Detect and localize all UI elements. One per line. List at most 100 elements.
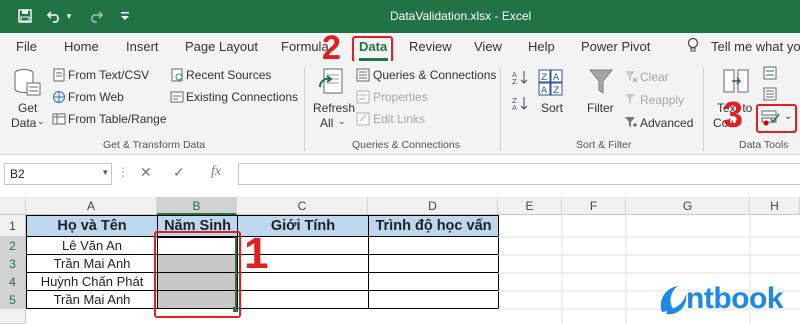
insert-function-icon[interactable]: fx <box>211 164 221 180</box>
cell-a1[interactable]: Họ và Tên <box>26 215 158 237</box>
group-divider <box>703 67 704 151</box>
clear-filter-icon <box>624 69 638 86</box>
tab-view[interactable]: View <box>474 39 502 54</box>
data-tab-highlight <box>352 36 393 63</box>
advanced-filter-icon <box>624 115 638 132</box>
cell-a4[interactable]: Huỳnh Chấn Phát <box>26 273 158 291</box>
sort-za-icon[interactable]: ZA <box>511 95 531 114</box>
refresh-all-label-2[interactable]: All <box>320 116 333 130</box>
column-header-h[interactable]: H <box>750 197 800 215</box>
row-header-3[interactable]: 3 <box>0 255 26 273</box>
tab-file[interactable]: File <box>16 39 37 54</box>
data-validation-highlight <box>756 104 797 133</box>
text-file-icon <box>52 68 66 85</box>
tab-review[interactable]: Review <box>409 39 452 54</box>
ntbook-logo: ntbook <box>656 276 800 324</box>
svg-text:Z: Z <box>553 86 559 96</box>
tell-me-search[interactable]: Tell me what yo <box>711 39 800 54</box>
title-bar: ▾ DataValidation.xlsx - Excel <box>0 0 800 33</box>
reapply-icon <box>624 92 638 109</box>
enter-icon[interactable]: ✓ <box>173 164 185 181</box>
tab-insert[interactable]: Insert <box>126 39 159 54</box>
cell-a5[interactable]: Trần Mai Anh <box>26 291 158 309</box>
from-table-range-button[interactable]: From Table/Range <box>68 112 167 126</box>
properties-button[interactable]: Properties <box>373 90 428 104</box>
tab-help[interactable]: Help <box>528 39 555 54</box>
row-header-4[interactable]: 4 <box>0 273 26 291</box>
svg-text:Z: Z <box>512 78 517 85</box>
sort-icon[interactable]: ZAAZ <box>538 69 564 100</box>
recent-sources-icon <box>170 68 184 85</box>
group-label-get-transform: Get & Transform Data <box>103 139 206 151</box>
properties-icon <box>356 90 370 107</box>
queries-connections-button[interactable]: Queries & Connections <box>373 68 496 82</box>
row-header-5[interactable]: 5 <box>0 291 26 309</box>
formula-bar: B2 ▾ ⋮ ✕ ✓ fx <box>0 155 800 193</box>
svg-text:A: A <box>512 104 517 111</box>
cell-d4[interactable] <box>368 273 499 291</box>
edit-links-button[interactable]: Edit Links <box>373 112 425 126</box>
table-icon <box>52 112 66 129</box>
chevron-down-icon[interactable]: ⌄ <box>37 116 45 127</box>
row-header-6[interactable] <box>0 309 26 324</box>
cell-c5[interactable] <box>237 291 369 309</box>
existing-connections-icon <box>170 90 184 107</box>
column-header-f[interactable]: F <box>562 197 626 215</box>
from-text-csv-button[interactable]: From Text/CSV <box>68 68 149 82</box>
group-divider <box>500 67 501 151</box>
name-box[interactable]: B2 <box>4 163 112 185</box>
column-header-d[interactable]: D <box>368 197 498 215</box>
window-title: DataValidation.xlsx - Excel <box>390 9 532 23</box>
cell-d5[interactable] <box>368 291 499 309</box>
sort-az-icon[interactable]: AZ <box>511 69 531 88</box>
get-data-icon[interactable] <box>13 67 41 100</box>
callout-3: 3 <box>723 94 744 135</box>
existing-connections-button[interactable]: Existing Connections <box>186 90 298 104</box>
svg-text:A: A <box>553 73 560 83</box>
cell-a3[interactable]: Trần Mai Anh <box>26 255 158 273</box>
formula-input[interactable] <box>238 163 800 185</box>
group-divider <box>304 67 305 151</box>
flash-fill-icon[interactable] <box>763 66 777 83</box>
column-header-a[interactable]: A <box>26 197 157 215</box>
queries-icon <box>356 68 370 85</box>
svg-text:A: A <box>541 86 548 96</box>
filter-button[interactable]: Filter <box>587 101 614 115</box>
recent-sources-button[interactable]: Recent Sources <box>186 68 271 82</box>
ribbon: Get Data ⌄ From Text/CSV From Web From T… <box>0 61 800 155</box>
cancel-icon[interactable]: ✕ <box>140 164 152 181</box>
svg-text:Z: Z <box>541 73 547 83</box>
select-all-corner[interactable] <box>0 197 26 215</box>
callout-2: 2 <box>322 29 341 67</box>
cell-d2[interactable] <box>368 237 499 255</box>
column-header-b[interactable]: B <box>157 197 237 215</box>
get-data-label-2[interactable]: Data <box>11 116 36 130</box>
row-header-2[interactable]: 2 <box>0 237 26 255</box>
web-icon <box>52 90 66 107</box>
name-box-dropdown-icon[interactable]: ▾ <box>103 167 108 178</box>
get-data-label[interactable]: Get <box>18 101 37 115</box>
sort-button[interactable]: Sort <box>541 101 563 115</box>
row-header-1[interactable]: 1 <box>0 215 26 237</box>
lightbulb-icon[interactable] <box>686 37 700 56</box>
remove-duplicates-icon[interactable] <box>763 87 777 104</box>
cell-a2[interactable]: Lê Văn An <box>26 237 158 255</box>
cell-d1[interactable]: Trình độ học vấn <box>368 215 499 237</box>
column-header-g[interactable]: G <box>626 197 750 215</box>
reapply-button[interactable]: Reapply <box>640 93 684 107</box>
cell-d3[interactable] <box>368 255 499 273</box>
tab-page-layout[interactable]: Page Layout <box>185 39 258 54</box>
filter-icon[interactable] <box>588 67 614 100</box>
column-header-e[interactable]: E <box>498 197 562 215</box>
refresh-all-icon[interactable] <box>316 67 346 102</box>
refresh-all-label[interactable]: Refresh <box>313 101 355 115</box>
advanced-button[interactable]: Advanced <box>640 116 693 130</box>
selection-highlight <box>154 231 241 318</box>
clear-button[interactable]: Clear <box>640 70 669 84</box>
column-header-c[interactable]: C <box>237 197 368 215</box>
tab-power-pivot[interactable]: Power Pivot <box>581 39 650 54</box>
chevron-down-icon[interactable]: ⌄ <box>338 116 346 127</box>
from-web-button[interactable]: From Web <box>68 90 124 104</box>
group-label-sort-filter: Sort & Filter <box>576 139 632 151</box>
tab-home[interactable]: Home <box>64 39 99 54</box>
